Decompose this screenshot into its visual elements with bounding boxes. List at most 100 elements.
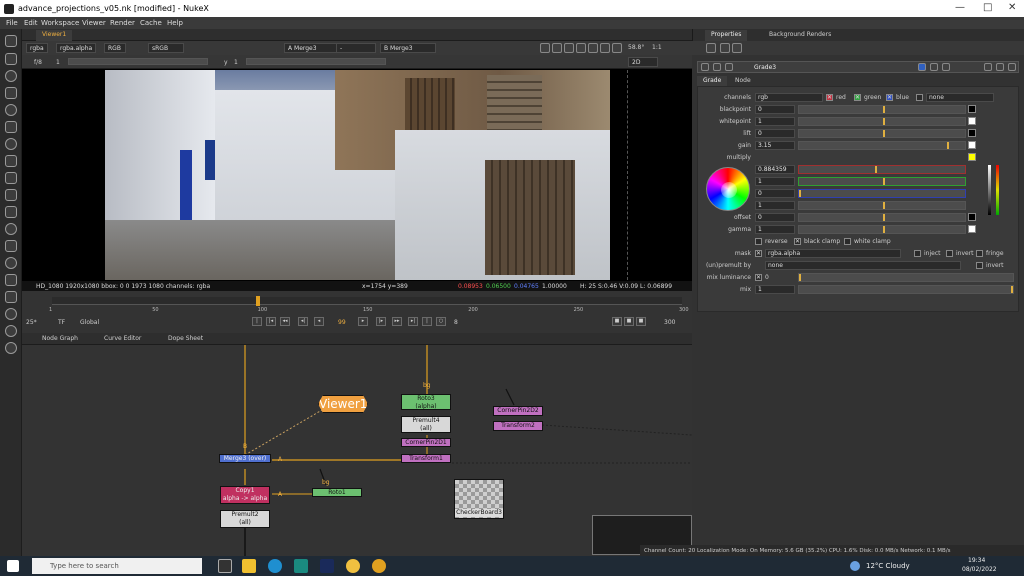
hue-strip[interactable] [988,165,991,215]
3d-tool-icon[interactable] [5,189,17,201]
whitepoint-field[interactable]: 1 [755,117,795,126]
node-disable-icon[interactable] [713,63,721,71]
node-premult4[interactable]: Premult4 (all) [401,416,451,433]
lock-icon[interactable] [706,43,716,53]
refresh-icon[interactable] [588,43,598,53]
extra-channel-checkbox[interactable] [916,94,923,101]
multiply-g-field[interactable]: 1 [755,177,795,186]
blackpoint-swatch[interactable] [968,105,976,113]
pause-icon[interactable] [612,43,622,53]
node-cornerpin2d1[interactable]: CornerPin2D1 [401,438,451,447]
mix-luminance-checkbox[interactable]: ✕ [755,274,762,281]
time-tool-icon[interactable] [5,70,17,82]
blackpoint-field[interactable]: 0 [755,105,795,114]
app-pl-icon[interactable] [320,559,334,573]
channels-dropdown[interactable]: rgba [26,43,48,53]
blue-checkbox[interactable]: ✕ [886,94,893,101]
node-roto1[interactable]: Roto1 [312,488,362,497]
help-icon[interactable] [984,63,992,71]
view-mode-dropdown[interactable]: 2D [628,57,658,67]
flipbook-icon[interactable]: ■ [612,317,622,326]
merge-tool-icon[interactable] [5,155,17,167]
invert-checkbox[interactable] [946,250,953,257]
lift-swatch[interactable] [968,129,976,137]
render-icon[interactable]: ■ [624,317,634,326]
tab-viewer1[interactable]: Viewer1 [36,30,73,41]
draw-tool-icon[interactable] [5,53,17,65]
float-panel-icon[interactable] [996,63,1004,71]
viewer-zoom[interactable]: 58.8° [628,44,644,51]
float-icon[interactable] [720,43,730,53]
mask-checkbox[interactable]: ✕ [755,250,762,257]
saturation-strip[interactable] [996,165,999,215]
white-clamp-checkbox[interactable] [844,238,851,245]
offset-field[interactable]: 0 [755,213,795,222]
multiply-a-field[interactable]: 1 [755,201,795,210]
next-increment-icon[interactable]: ▸▸ [392,317,402,326]
prev-frame-icon[interactable]: ◂| [298,317,308,326]
taskbar-search[interactable]: Type here to search [32,558,202,574]
viewer-icon[interactable] [918,63,926,71]
gain-slider[interactable] [68,58,208,65]
menu-viewer[interactable]: Viewer [82,19,106,27]
task-view-icon[interactable] [218,559,232,573]
image-tool-icon[interactable] [5,35,17,47]
file-explorer-icon[interactable] [242,559,256,573]
invert2-checkbox[interactable] [976,262,983,269]
proxy-icon[interactable] [600,43,610,53]
node-transform1[interactable]: Transform1 [401,454,451,463]
node-copy1[interactable]: Copy1 alpha -> alpha [220,486,270,504]
metadata-tool-icon[interactable] [5,257,17,269]
tab-properties[interactable]: Properties [705,30,748,41]
fstop-value[interactable]: f/8 [34,59,42,66]
gain-field[interactable]: 3.15 [755,141,795,150]
close-panel-icon[interactable] [1008,63,1016,71]
gamma-slider[interactable] [246,58,386,65]
undo-icon[interactable] [942,63,950,71]
multiply-a-slider[interactable] [798,201,966,210]
clock-time[interactable]: 19:34 [968,557,985,564]
color-wheel[interactable] [706,167,750,211]
tab-node-graph[interactable]: Node Graph [36,334,84,345]
multiply-b-slider[interactable] [798,189,966,198]
tab-background-renders[interactable]: Background Renders [763,30,837,41]
multiply-r-field[interactable]: 0.884359 [755,165,795,174]
close-button[interactable]: ✕ [1008,2,1016,13]
menu-help[interactable]: Help [167,19,183,27]
next-frame-icon[interactable]: |▸ [376,317,386,326]
end-frame[interactable]: 300 [664,319,675,326]
minimize-button[interactable]: — [955,2,965,13]
gamma-knob-slider[interactable] [798,225,966,234]
edge-icon[interactable] [268,559,282,573]
viewer-image[interactable] [105,70,610,280]
offset-swatch[interactable] [968,213,976,221]
y-value[interactable]: 1 [234,59,238,66]
extra-channel-dropdown[interactable]: none [926,93,994,102]
mask-dropdown[interactable]: rgba.alpha [765,249,901,258]
mix-luminance-value[interactable]: 0 [765,274,769,281]
timeline-bar[interactable] [52,297,682,305]
mix-luminance-slider[interactable] [798,273,1014,282]
lut-dropdown[interactable]: sRGB [148,43,184,53]
furnace-tool-icon[interactable] [5,308,17,320]
menu-cache[interactable]: Cache [140,19,162,27]
other-tool-icon[interactable] [5,291,17,303]
frame-step[interactable]: 1 [56,59,60,66]
gain-knob-slider[interactable] [798,141,966,150]
multiply-b-field[interactable]: 0 [755,189,795,198]
node-roto3[interactable]: Roto3 (alpha) [401,394,451,410]
weather-icon[interactable] [850,561,860,571]
last-frame-icon[interactable]: | [422,317,432,326]
node-color-icon[interactable] [725,63,733,71]
transform-tool-icon[interactable] [5,172,17,184]
inject-checkbox[interactable] [914,250,921,257]
weather-text[interactable]: 12°C Cloudy [866,562,910,570]
first-frame-icon[interactable]: | [252,317,262,326]
b-input-dropdown[interactable]: B Merge3 [380,43,436,53]
clip-icon[interactable] [552,43,562,53]
frame-increment[interactable]: 8 [454,319,458,326]
color-tool-icon[interactable] [5,104,17,116]
paint-icon[interactable] [732,43,742,53]
views-tool-icon[interactable] [5,240,17,252]
multiply-g-slider[interactable] [798,177,966,186]
